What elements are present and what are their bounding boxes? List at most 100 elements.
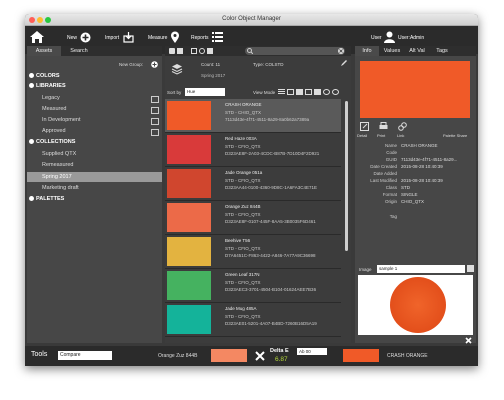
- book-icon[interactable]: [151, 129, 159, 136]
- swatch-row[interactable]: Orange Zuz 844B STD - CFIO_QTX D323AE8F-…: [165, 201, 341, 235]
- tree-item-spring-2017[interactable]: Spring 2017: [42, 174, 72, 180]
- reports-label: Reports: [191, 35, 209, 41]
- delta-mode-value: Ab 00: [299, 349, 311, 354]
- location-pin-icon: [171, 31, 179, 43]
- compare-left-swatch: [211, 349, 247, 362]
- delta-mode-select[interactable]: Ab 00: [297, 348, 327, 355]
- swatch-row[interactable]: Red Haze 003A STD - CFIO_QTX D323AE8F-2A…: [165, 133, 341, 167]
- table-view-icon[interactable]: [305, 89, 312, 95]
- print-icon[interactable]: [379, 122, 388, 131]
- copy-icon[interactable]: [191, 48, 197, 54]
- detail-label: Detail: [357, 133, 368, 138]
- app-window: Color Object Manager New Import Measure …: [25, 14, 478, 366]
- sample-image: [390, 277, 446, 333]
- grid-view-icon[interactable]: [287, 89, 294, 95]
- swatch-row[interactable]: CRASH ORANGE STD - CHIO_QTX 7113d43e-4f7…: [165, 99, 341, 133]
- trash-icon[interactable]: [207, 48, 213, 54]
- tree-collections-label: COLLECTIONS: [36, 139, 76, 145]
- book-icon[interactable]: [151, 118, 159, 125]
- detail-value: CRASH ORANGE: [401, 143, 438, 148]
- swatch-type: STD - CFIO_QTX: [225, 178, 261, 183]
- close-icon[interactable]: [465, 337, 472, 344]
- swatch-row[interactable]: Green Leaf 317N STD - CFIO_QTX D323AEC3-…: [165, 269, 341, 303]
- tab-tags[interactable]: Tags: [430, 46, 454, 56]
- swatch-row[interactable]: Beehive T56 STD - CFIO_QTX D7A6451C-F863…: [165, 235, 341, 269]
- image-icon[interactable]: [467, 265, 474, 272]
- swatch-color: [167, 135, 211, 164]
- tree-libraries[interactable]: LIBRARIES: [29, 83, 66, 89]
- detail-label: Date Added: [373, 171, 397, 176]
- book-icon[interactable]: [151, 96, 159, 103]
- swatch-color: [167, 271, 211, 300]
- swatch-row[interactable]: Jade Orange 051a STD - CFIO_QTX D323AA44…: [165, 167, 341, 201]
- delta-e-label: Delta E: [270, 348, 289, 354]
- settings-icon[interactable]: [199, 48, 205, 54]
- tree-colors-label: COLORS: [36, 73, 60, 79]
- detail-value: 7113d43e-4f71-4511-8a29...: [401, 157, 458, 162]
- swatch-type: STD - CFIO_QTX: [225, 144, 261, 149]
- swatch-name: Beehive T56: [225, 238, 251, 243]
- count-label: Count: 11: [201, 62, 221, 67]
- add-group-icon[interactable]: [151, 61, 158, 68]
- tab-values[interactable]: Values: [380, 46, 404, 56]
- tree-item-marketing-draft[interactable]: Marketing draft: [42, 185, 79, 191]
- collection-name: Spring 2017: [201, 73, 226, 78]
- tree-item-measured[interactable]: Measured: [42, 106, 66, 112]
- tab-info[interactable]: Info: [355, 46, 379, 56]
- layers-icon: [171, 64, 183, 75]
- chart-view-icon[interactable]: [314, 89, 321, 95]
- tile-view-icon[interactable]: [296, 89, 303, 95]
- home-icon[interactable]: [29, 30, 45, 44]
- delta-e-value: 6.87: [275, 356, 288, 363]
- share-icon[interactable]: [177, 48, 183, 54]
- tree-item-supplied-qtx[interactable]: Supplied QTX: [42, 151, 76, 157]
- left-panel: Assets Search New Group: COLORS LIBRARIE…: [27, 46, 162, 343]
- tree-palettes[interactable]: PALETTES: [29, 196, 64, 202]
- lock-icon[interactable]: [169, 48, 175, 54]
- list-view-icon[interactable]: [278, 89, 285, 95]
- compare-left-name: Orange Zuz 844B: [158, 353, 198, 359]
- detail-label: Format: [382, 192, 397, 197]
- swatch-row[interactable]: Jade Mug 485A STD - CFIO_QTX D323AE01-52…: [165, 303, 341, 337]
- clear-search-icon[interactable]: [338, 48, 344, 54]
- tree-item-remeasured[interactable]: Remeasured: [42, 162, 74, 168]
- swatch-type: STD - CFIO_QTX: [225, 280, 261, 285]
- detail-label: Code: [386, 150, 397, 155]
- swatch-name: Jade Mug 485A: [225, 306, 257, 311]
- swatch-color: [167, 169, 211, 198]
- link-label: Link: [397, 133, 405, 138]
- tab-search[interactable]: Search: [62, 46, 96, 56]
- user-icon[interactable]: [384, 31, 395, 43]
- image-select[interactable]: sample 1: [377, 265, 465, 273]
- detail-icon[interactable]: [360, 122, 369, 131]
- book-icon[interactable]: [151, 107, 159, 114]
- swatch-guid: D323AE01-5201-4A07-B4BD-7260B16D5A19: [225, 321, 317, 326]
- edit-icon[interactable]: [341, 60, 347, 66]
- link-icon[interactable]: [398, 122, 407, 131]
- new-label: New: [67, 35, 78, 41]
- compare-right-name: CRASH ORANGE: [387, 353, 428, 359]
- palette-share-label[interactable]: Palette Share: [443, 133, 467, 138]
- tree-item-approved[interactable]: Approved: [42, 128, 66, 134]
- swatch-name: CRASH ORANGE: [225, 102, 262, 107]
- search-input[interactable]: [245, 47, 345, 55]
- tab-alt-val[interactable]: Alt Val: [405, 46, 429, 56]
- type-label: Type: COLSTD: [253, 62, 284, 67]
- tree-colors[interactable]: COLORS: [29, 73, 60, 79]
- import-label: Import: [105, 35, 120, 41]
- scrollbar[interactable]: [345, 101, 348, 251]
- swatch-guid: 7113d43e-4f71-4511-8a29-8a0b62a7389a: [225, 117, 310, 122]
- tree-item-legacy[interactable]: Legacy: [42, 95, 60, 101]
- tree-item-in-development[interactable]: In Development: [42, 117, 81, 123]
- new-group-label: New Group:: [119, 62, 144, 67]
- sort-by-select[interactable]: Hue: [185, 88, 225, 96]
- circle-view-icon[interactable]: [323, 89, 330, 95]
- tools-select[interactable]: Compare: [58, 351, 112, 360]
- close-icon[interactable]: [255, 351, 265, 361]
- tree-collections[interactable]: COLLECTIONS: [29, 139, 75, 145]
- tab-assets[interactable]: Assets: [27, 46, 61, 56]
- swatch-type: STD - CFIO_QTX: [225, 246, 261, 251]
- image-label: Image: [359, 267, 372, 272]
- globe-icon[interactable]: [332, 89, 339, 95]
- swatch-name: Orange Zuz 844B: [225, 204, 261, 209]
